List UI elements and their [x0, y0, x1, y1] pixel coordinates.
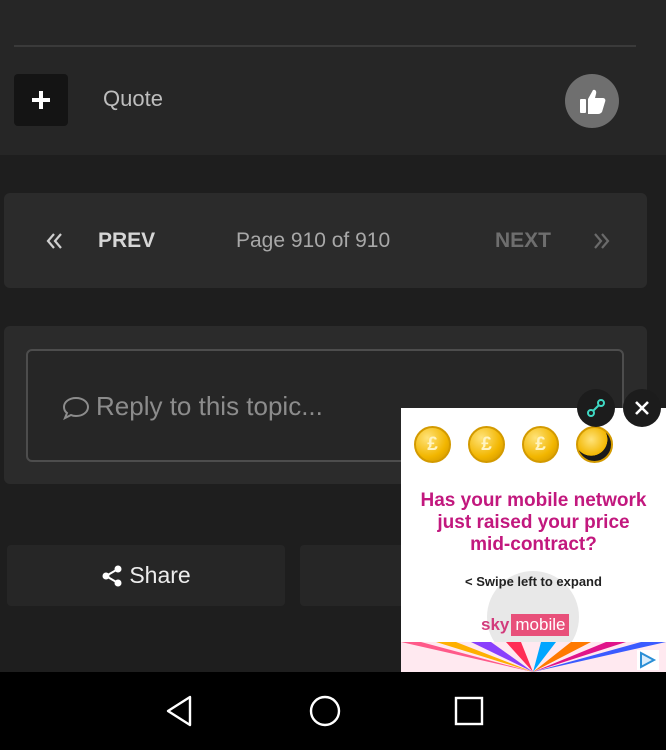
ad-headline-line: Has your mobile network [420, 490, 647, 511]
double-chevron-left-icon[interactable] [44, 226, 66, 256]
advertisement[interactable]: £ £ £ Has your mobile network just raise… [401, 408, 666, 672]
system-navigation-bar [0, 672, 666, 750]
ad-choices-icon[interactable] [637, 650, 659, 670]
pagination: PREV Page 910 of 910 NEXT [4, 193, 647, 288]
ad-coins: £ £ £ [414, 426, 613, 463]
recents-square-icon[interactable] [454, 696, 484, 726]
add-button[interactable] [14, 74, 68, 126]
ad-headline-line: mid-contract? [470, 534, 597, 555]
pound-coin-icon: £ [414, 426, 451, 463]
prev-button[interactable]: PREV [98, 229, 155, 253]
expand-icon [587, 399, 605, 417]
share-label: Share [129, 562, 191, 588]
pound-coin-icon: £ [468, 426, 505, 463]
reply-placeholder: Reply to this topic... [96, 391, 323, 421]
ad-logo-sky: sky [481, 615, 510, 634]
pound-coin-icon: £ [522, 426, 559, 463]
back-triangle-icon[interactable] [164, 694, 196, 728]
ad-swipe-hint: < Swipe left to expand [465, 574, 602, 589]
ad-logo-mobile: mobile [511, 614, 570, 636]
home-circle-icon[interactable] [308, 694, 342, 728]
close-icon [635, 401, 649, 415]
share-icon [102, 565, 122, 586]
share-button[interactable]: Share [7, 545, 285, 606]
plus-icon [32, 91, 50, 109]
ad-expand-button[interactable] [577, 389, 615, 427]
ad-headline-line: just raised your price [437, 512, 630, 533]
quote-button[interactable]: Quote [103, 86, 163, 112]
double-chevron-right-icon[interactable] [590, 226, 612, 256]
ad-headline: Has your mobile network just raised your… [401, 490, 666, 556]
ad-logo: sky mobile [481, 614, 570, 636]
post-footer: Quote [0, 0, 666, 155]
divider [14, 45, 636, 47]
coin-icon [576, 426, 613, 463]
next-button[interactable]: NEXT [495, 229, 551, 253]
speech-bubble-icon [62, 396, 90, 421]
like-button[interactable] [565, 74, 619, 128]
ad-close-button[interactable] [623, 389, 661, 427]
page-indicator[interactable]: Page 910 of 910 [236, 229, 390, 253]
thumbs-up-icon [580, 89, 606, 114]
ad-rays-graphic [401, 642, 666, 672]
